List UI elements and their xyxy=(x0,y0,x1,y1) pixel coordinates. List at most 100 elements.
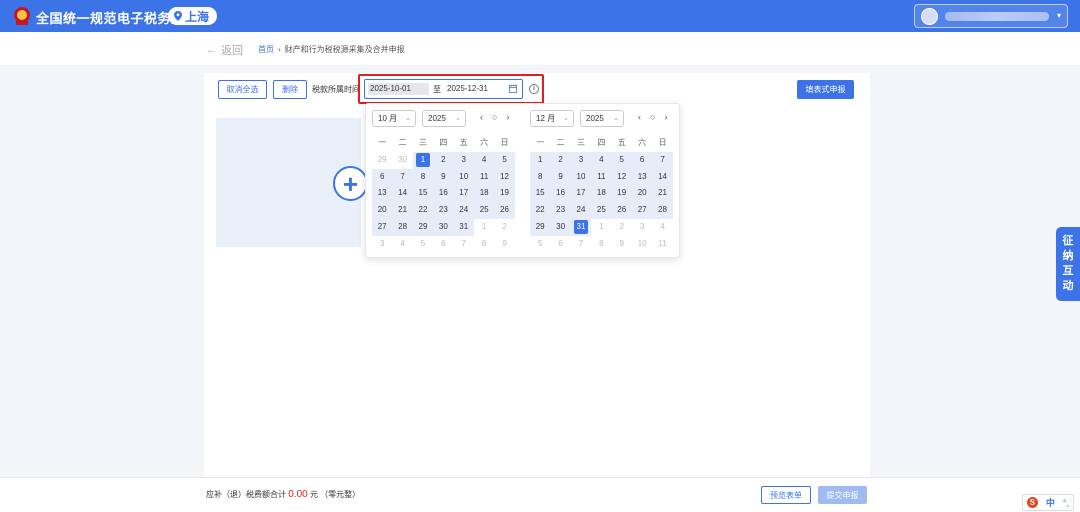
delete-button[interactable]: 删除 xyxy=(273,80,307,99)
calendar-day[interactable]: 9 xyxy=(612,236,632,253)
submit-declaration-button[interactable]: 提交申报 xyxy=(818,486,867,504)
calendar-day[interactable]: 9 xyxy=(494,236,514,253)
calendar-day[interactable]: 10 xyxy=(632,236,652,253)
calendar-day-selected[interactable]: 31 xyxy=(570,218,592,236)
calendar-day[interactable]: 25 xyxy=(473,202,495,219)
calendar-day[interactable]: 10 xyxy=(453,168,474,186)
calendar-day[interactable]: 21 xyxy=(392,202,413,219)
region-selector[interactable]: 上海 xyxy=(168,7,218,25)
calendar-day[interactable]: 29 xyxy=(372,152,392,169)
calendar-day[interactable]: 26 xyxy=(611,202,632,219)
calendar-day[interactable]: 21 xyxy=(652,185,673,203)
calendar-day[interactable]: 5 xyxy=(611,151,632,169)
calendar-day-selected[interactable]: 1 xyxy=(412,151,434,169)
calendar-day[interactable]: 26 xyxy=(494,202,515,219)
ime-language[interactable]: 中 xyxy=(1046,496,1055,509)
prev-month-button[interactable]: ‹ xyxy=(480,112,483,122)
calendar-day[interactable]: 16 xyxy=(550,185,571,203)
calendar-day[interactable]: 11 xyxy=(591,168,612,186)
calendar-day[interactable]: 5 xyxy=(530,236,550,253)
right-month-select[interactable]: 12 月 ⌄ xyxy=(530,110,574,127)
calendar-day[interactable]: 18 xyxy=(591,185,612,203)
calendar-day[interactable]: 24 xyxy=(570,202,592,219)
calendar-day[interactable]: 6 xyxy=(550,236,570,253)
calendar-day[interactable]: 9 xyxy=(550,168,571,186)
left-year-select[interactable]: 2025 ⌄ xyxy=(422,110,466,127)
calendar-day[interactable]: 20 xyxy=(631,185,653,203)
form-declare-button[interactable]: 填表式申报 xyxy=(797,80,854,99)
calendar-day[interactable]: 31 xyxy=(453,218,474,236)
calendar-day[interactable]: 14 xyxy=(652,168,673,186)
calendar-day[interactable]: 10 xyxy=(570,168,592,186)
calendar-day[interactable]: 15 xyxy=(412,185,434,203)
calendar-day[interactable]: 7 xyxy=(571,236,591,253)
calendar-day[interactable]: 7 xyxy=(652,151,673,169)
calendar-day[interactable]: 15 xyxy=(530,185,551,203)
calendar-day[interactable]: 13 xyxy=(631,168,653,186)
calendar-day[interactable]: 11 xyxy=(652,236,672,253)
calendar-day[interactable]: 2 xyxy=(433,151,454,169)
calendar-day[interactable]: 8 xyxy=(530,168,551,186)
calendar-day[interactable]: 6 xyxy=(433,236,453,253)
calendar-day[interactable]: 4 xyxy=(392,236,412,253)
calendar-day[interactable]: 22 xyxy=(412,202,434,219)
prev-month-button[interactable]: ‹ xyxy=(638,112,641,122)
calendar-day[interactable]: 8 xyxy=(412,168,434,186)
calendar-day[interactable]: 12 xyxy=(611,168,632,186)
calendar-day[interactable]: 3 xyxy=(632,219,652,236)
calendar-day[interactable]: 4 xyxy=(473,151,495,169)
calendar-day[interactable]: 8 xyxy=(474,236,494,253)
calendar-day[interactable]: 30 xyxy=(550,218,571,236)
back-button[interactable]: ← 返回 xyxy=(206,42,243,58)
calendar-day[interactable]: 1 xyxy=(474,219,494,236)
next-month-button[interactable]: › xyxy=(664,112,667,122)
right-year-select[interactable]: 2025 ⌄ xyxy=(580,110,624,127)
calendar-day[interactable]: 3 xyxy=(453,151,474,169)
calendar-day[interactable]: 6 xyxy=(372,168,393,186)
calendar-day[interactable]: 27 xyxy=(372,218,393,236)
today-button[interactable]: ○ xyxy=(492,112,497,122)
calendar-day[interactable]: 30 xyxy=(433,218,454,236)
deselect-all-button[interactable]: 取消全选 xyxy=(218,80,267,99)
calendar-day[interactable]: 11 xyxy=(473,168,495,186)
calendar-day[interactable]: 6 xyxy=(631,151,653,169)
calendar-day[interactable]: 30 xyxy=(392,152,412,169)
ime-punctuation[interactable]: °, xyxy=(1063,498,1069,508)
calendar-day[interactable]: 9 xyxy=(433,168,454,186)
preview-form-button[interactable]: 预览表单 xyxy=(761,486,811,504)
calendar-day[interactable]: 19 xyxy=(611,185,632,203)
calendar-day[interactable]: 8 xyxy=(591,236,611,253)
ime-toolbar[interactable]: S 中 °, xyxy=(1022,494,1074,511)
calendar-day[interactable]: 1 xyxy=(530,151,551,169)
calendar-day[interactable]: 5 xyxy=(494,151,515,169)
calendar-day[interactable]: 2 xyxy=(612,219,632,236)
user-menu[interactable]: ▾ xyxy=(914,4,1068,28)
calendar-day[interactable]: 13 xyxy=(372,185,393,203)
calendar-day[interactable]: 4 xyxy=(591,151,612,169)
calendar-day[interactable]: 25 xyxy=(591,202,612,219)
calendar-day[interactable]: 3 xyxy=(372,236,392,253)
left-month-select[interactable]: 10 月 ⌄ xyxy=(372,110,416,127)
calendar-day[interactable]: 23 xyxy=(433,202,454,219)
calendar-day[interactable]: 19 xyxy=(494,185,515,203)
calendar-day[interactable]: 20 xyxy=(372,202,393,219)
calendar-day[interactable]: 2 xyxy=(550,151,571,169)
calendar-day[interactable]: 29 xyxy=(530,218,551,236)
calendar-day[interactable]: 14 xyxy=(392,185,413,203)
calendar-day[interactable]: 1 xyxy=(591,219,611,236)
breadcrumb-home-link[interactable]: 首页 xyxy=(258,44,274,55)
calendar-day[interactable]: 3 xyxy=(570,151,592,169)
calendar-day[interactable]: 2 xyxy=(494,219,514,236)
calendar-day[interactable]: 22 xyxy=(530,202,551,219)
calendar-day[interactable]: 7 xyxy=(392,168,413,186)
calendar-day[interactable]: 7 xyxy=(454,236,474,253)
calendar-day[interactable]: 29 xyxy=(412,218,434,236)
calendar-day[interactable]: 24 xyxy=(453,202,474,219)
calendar-day[interactable]: 18 xyxy=(473,185,495,203)
calendar-day[interactable]: 17 xyxy=(570,185,592,203)
calendar-day[interactable]: 16 xyxy=(433,185,454,203)
calendar-day[interactable]: 5 xyxy=(413,236,433,253)
calendar-day[interactable]: 4 xyxy=(652,219,672,236)
next-month-button[interactable]: › xyxy=(506,112,509,122)
plus-icon[interactable]: + xyxy=(333,166,368,201)
